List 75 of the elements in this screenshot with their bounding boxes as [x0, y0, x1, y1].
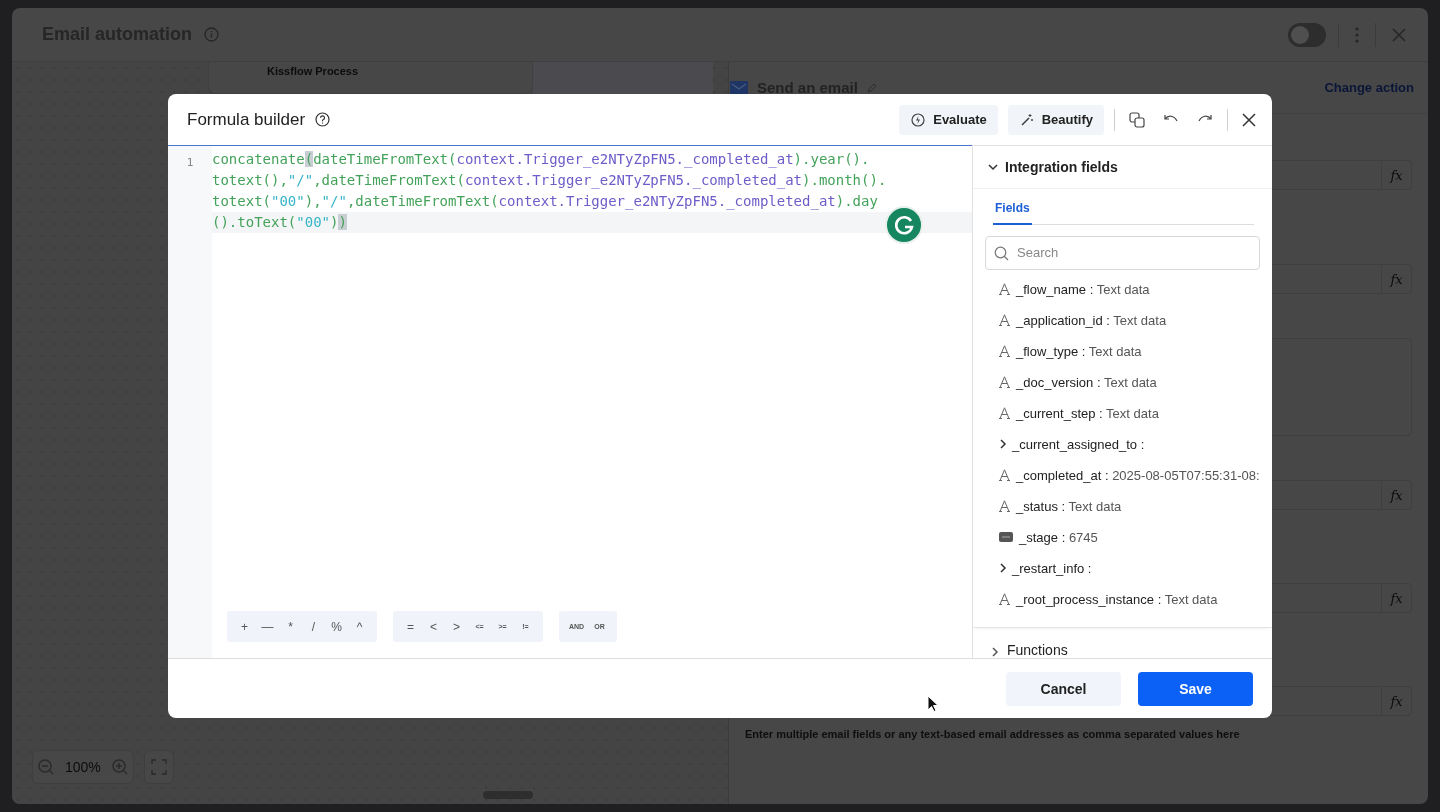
number-type-icon — [999, 532, 1013, 543]
code-line[interactable]: totext("00"),"/",dateTimeFromText(context.Trigger_e2NTyZpFN5._completed_at).day — [212, 191, 972, 212]
toggle-switch[interactable] — [1288, 22, 1326, 47]
zoom-out-icon[interactable] — [37, 758, 55, 776]
search-icon — [994, 245, 1009, 261]
magic-wand-icon — [1019, 112, 1034, 127]
code-line[interactable]: totext(),"/",dateTimeFromText(context.Trigger_e2NTyZpFN5._completed_at).month(). — [212, 170, 972, 191]
line-number: 1 — [186, 156, 194, 169]
text-type-icon — [999, 376, 1010, 389]
operator-button[interactable]: / — [302, 611, 325, 642]
field-item[interactable]: _stage : 6745 — [973, 521, 1272, 553]
save-button[interactable]: Save — [1138, 671, 1253, 706]
search-field[interactable]: Search — [985, 235, 1260, 270]
operator-button[interactable]: = — [399, 611, 422, 642]
field-label: _flow_type : Text data — [1016, 343, 1142, 359]
field-label: _root_process_instance : Text data — [1016, 591, 1218, 607]
field-label: _current_step : Text data — [1016, 405, 1159, 421]
close-icon[interactable] — [1242, 112, 1256, 127]
field-label: _application_id : Text data — [1016, 312, 1167, 328]
field-label: _flow_name : Text data — [1016, 281, 1150, 297]
field-label: _current_assigned_to : — [1012, 436, 1145, 452]
field-item[interactable]: _status : Text data — [973, 490, 1272, 522]
operator-button[interactable]: — — [256, 611, 279, 642]
copy-icon[interactable] — [1129, 111, 1145, 128]
helper-text: Enter multiple email fields or any text-based email addresses as comma separated values here — [745, 728, 1241, 740]
assistant-icon[interactable] — [885, 206, 923, 244]
field-item[interactable]: _completed_at : 2025-08-05T07:55:31-08: — [973, 459, 1272, 491]
chevron-icon — [997, 562, 1009, 575]
bolt-circle-icon — [911, 112, 926, 127]
text-type-icon — [999, 407, 1010, 420]
field-group[interactable]: _current_assigned_to : — [973, 428, 1272, 460]
text-type-icon — [999, 469, 1010, 482]
text-type-icon — [999, 500, 1010, 513]
cancel-button[interactable]: Cancel — [1006, 671, 1121, 706]
field-item[interactable]: _application_id : Text data — [973, 304, 1272, 336]
fullscreen-button[interactable] — [143, 750, 174, 784]
node-title: Kissflow Process — [208, 62, 533, 94]
operator-button[interactable]: * — [279, 611, 302, 642]
zoom-level: 100% — [64, 759, 102, 775]
field-item[interactable]: _flow_name : Text data — [973, 273, 1272, 305]
chevron-icon — [997, 438, 1009, 451]
operator-button[interactable]: % — [325, 611, 348, 642]
pencil-icon — [865, 81, 878, 94]
field-label: _doc_version : Text data — [1016, 374, 1157, 390]
field-item[interactable]: _doc_version : Text data — [973, 366, 1272, 398]
operator-button[interactable]: < — [422, 611, 445, 642]
pointer-icon — [927, 695, 939, 713]
chevron-icon — [989, 646, 1001, 658]
info-icon — [204, 27, 220, 42]
field-item[interactable]: _flow_type : Text data — [973, 335, 1272, 367]
field-item[interactable]: _root_process_instance : Text data — [973, 583, 1272, 615]
field-label: _status : Text data — [1016, 498, 1122, 514]
text-type-icon — [999, 314, 1010, 327]
tab[interactable]: Fields — [993, 196, 1032, 225]
more-icon[interactable] — [1355, 26, 1359, 43]
operator-button[interactable]: > — [445, 611, 468, 642]
text-type-icon — [999, 593, 1010, 606]
operator-button[interactable]: ^ — [348, 611, 371, 642]
evaluate-button[interactable]: Evaluate — [899, 104, 998, 135]
operator-button[interactable]: + — [233, 611, 256, 642]
field-label: _completed_at : 2025-08-05T07:55:31-08: — [1016, 467, 1260, 483]
section-header[interactable]: Integration fields — [973, 146, 1272, 189]
code-line[interactable]: concatenate(dateTimeFromText(context.Trigger_e2NTyZpFN5._completed_at).year(). — [212, 149, 972, 170]
dialog-title: Formula builder — [187, 109, 306, 130]
help-icon — [315, 112, 331, 127]
section-header[interactable]: Functions — [973, 626, 1272, 658]
field-group[interactable]: _restart_info : — [973, 552, 1272, 584]
text-type-icon — [999, 283, 1010, 296]
zoom-in-icon[interactable] — [110, 758, 129, 776]
text-type-icon — [999, 345, 1010, 358]
field-item[interactable]: _current_step : Text data — [973, 397, 1272, 429]
beautify-button[interactable]: Beautify — [1007, 104, 1104, 135]
field-label: _stage : 6745 — [1019, 529, 1098, 545]
field-label: _restart_info : — [1012, 560, 1092, 576]
fullscreen-icon — [150, 759, 167, 775]
